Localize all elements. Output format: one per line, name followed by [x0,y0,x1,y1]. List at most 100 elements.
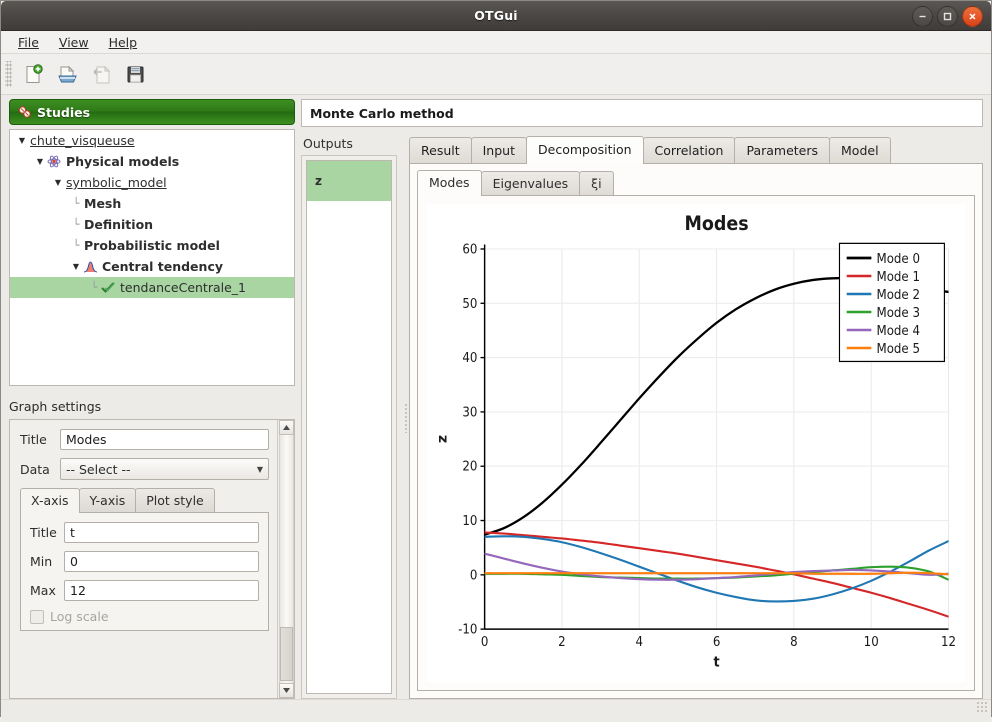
save-study-button[interactable] [118,58,152,90]
menu-help[interactable]: Help [100,33,147,52]
tab-correlation[interactable]: Correlation [643,137,736,164]
svg-text:20: 20 [462,458,477,474]
tab-model[interactable]: Model [829,137,891,164]
main-content: Studies ▼ chute_visqueuse ▼ [1,95,991,699]
close-button[interactable] [962,6,983,27]
toolbar-drag-handle[interactable] [5,61,12,87]
svg-text:Modes: Modes [684,213,748,235]
chevron-down-icon[interactable]: ▼ [70,262,82,271]
svg-text:0: 0 [470,567,478,583]
tree-item-physical-models[interactable]: ▼ Physical models [10,151,294,172]
svg-text:4: 4 [635,633,643,649]
svg-text:Mode 1: Mode 1 [877,269,920,285]
svg-text:Mode 0: Mode 0 [877,251,921,267]
tree-item-label: tendanceCentrale_1 [120,280,246,295]
graph-data-label: Data [20,462,60,477]
pane-splitter[interactable] [401,136,409,699]
menu-view-label: View [59,35,89,50]
tree-item-mesh[interactable]: └ Mesh [10,193,294,214]
svg-text:30: 30 [462,404,477,420]
tab-modes[interactable]: Modes [417,170,482,196]
tabs-column: Result Input Decomposition Correlation P… [409,136,983,699]
tree-item-central-tendency[interactable]: ▼ Central tendency [10,256,294,277]
chevron-down-icon[interactable]: ▼ [52,178,64,187]
axis-min-input[interactable]: 0 [64,551,259,572]
scrollbar-track[interactable] [279,435,294,683]
scrollbar-thumb[interactable] [280,627,293,681]
tab-parameters[interactable]: Parameters [734,137,830,164]
output-item-z[interactable]: z [307,161,391,201]
tree-item-label: chute_visqueuse [30,133,135,148]
check-icon [100,281,116,295]
tree-item-chute-visqueuse[interactable]: ▼ chute_visqueuse [10,130,294,151]
tab-result[interactable]: Result [409,137,472,164]
menu-file[interactable]: File [9,33,48,52]
distribution-icon [82,260,98,274]
graph-title-input[interactable]: Modes [60,429,269,450]
minimize-button[interactable] [912,6,933,27]
svg-text:-10: -10 [458,621,477,637]
graph-data-value: -- Select -- [66,462,131,477]
modes-chart-svg[interactable]: Modes-100102030405060024681012tzMode 0Mo… [426,204,966,682]
svg-text:10: 10 [462,512,477,528]
chevron-down-icon[interactable]: ▼ [16,136,28,145]
axis-tab-row: X-axis Y-axis Plot style [20,488,269,513]
open-study-button[interactable] [50,58,84,90]
menu-bar: File View Help [1,31,991,54]
axis-max-input[interactable]: 12 [64,580,259,601]
graph-settings-panel: Title Modes Data -- Select -- ▼ X-axis Y… [9,419,295,699]
atom-icon [46,155,62,169]
log-scale-row: Log scale [30,609,259,624]
modes-plot-panel: Modes-100102030405060024681012tzMode 0Mo… [417,195,975,691]
import-study-button [84,58,118,90]
open-study-icon [57,64,78,85]
studies-tree[interactable]: ▼ chute_visqueuse ▼ [9,129,295,386]
tab-plot-style[interactable]: Plot style [135,488,215,513]
scroll-down-button[interactable] [279,683,294,698]
tree-item-tendance-centrale-1[interactable]: └ tendanceCentrale_1 [10,277,294,298]
outputs-list[interactable]: z [306,160,392,694]
outputs-box: z [301,155,397,699]
tab-xi[interactable]: ξi [579,171,613,196]
svg-text:2: 2 [558,633,566,649]
tree-item-probabilistic-model[interactable]: └ Probabilistic model [10,235,294,256]
graph-title-label: Title [20,432,60,447]
tree-item-label: Definition [84,217,153,232]
chevron-up-icon [283,425,290,430]
axis-title-input[interactable]: t [64,522,259,543]
chevron-down-icon: ▼ [257,465,263,474]
import-study-icon [91,64,112,85]
axis-max-label: Max [30,583,64,598]
modes-chart[interactable]: Modes-100102030405060024681012tzMode 0Mo… [426,204,966,682]
tree-item-definition[interactable]: └ Definition [10,214,294,235]
tree-item-label: Physical models [66,154,179,169]
maximize-button[interactable] [937,6,958,27]
right-pane: Monte Carlo method Outputs z Result Inp [301,95,991,699]
application-window: OTGui File View Help [0,0,992,717]
window-controls [912,6,983,27]
svg-text:z: z [435,435,450,443]
tree-branch-line: └ [70,239,82,252]
tab-y-axis[interactable]: Y-axis [79,488,137,513]
tree-branch-line: └ [70,218,82,231]
tab-eigenvalues[interactable]: Eigenvalues [481,171,581,196]
svg-text:Mode 4: Mode 4 [877,323,921,339]
tab-decomposition[interactable]: Decomposition [526,136,644,164]
new-study-button[interactable] [16,58,50,90]
status-bar [1,699,991,722]
window-resize-grip[interactable] [976,701,988,713]
menu-help-label: Help [109,35,138,50]
results-split: Outputs z Result Input Decomposition Cor… [301,136,983,699]
result-tab-row: Result Input Decomposition Correlation P… [409,136,983,164]
tree-item-symbolic-model[interactable]: ▼ symbolic_model [10,172,294,193]
graph-settings-scrollbar[interactable] [277,420,294,698]
tab-input[interactable]: Input [471,137,527,164]
graph-data-select[interactable]: -- Select -- ▼ [60,458,269,480]
tree-item-label: Probabilistic model [84,238,220,253]
svg-text:Mode 5: Mode 5 [877,341,920,357]
scroll-up-button[interactable] [279,420,294,435]
tree-item-label: Central tendency [102,259,223,274]
chevron-down-icon[interactable]: ▼ [34,157,46,166]
tab-x-axis[interactable]: X-axis [20,488,80,513]
menu-view[interactable]: View [50,33,98,52]
